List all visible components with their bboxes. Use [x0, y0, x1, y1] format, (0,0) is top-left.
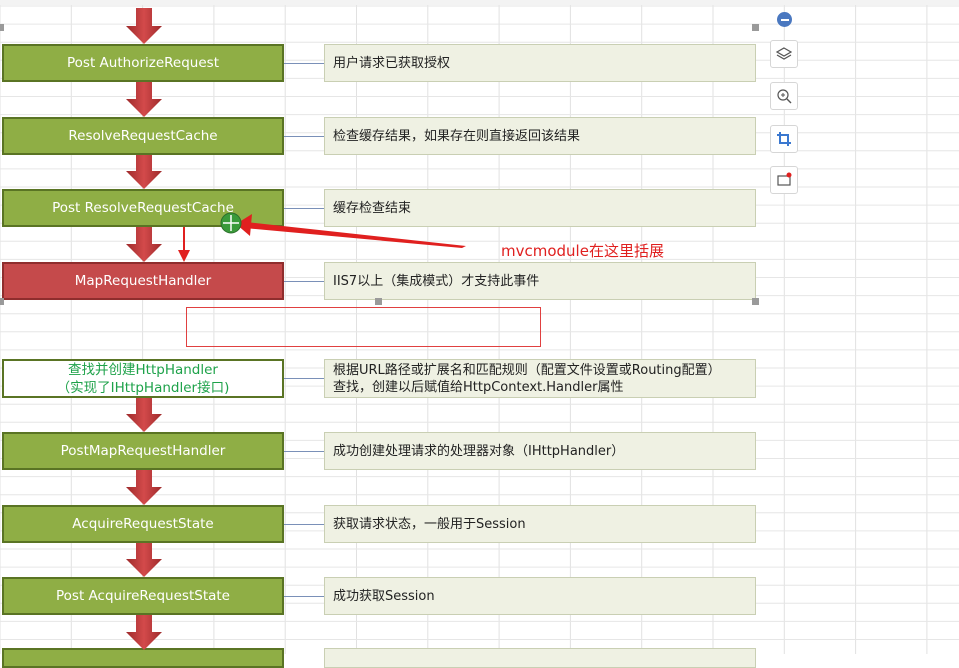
annotation-text: mvcmodule在这里括展 [501, 242, 664, 260]
empty-red-rectangle [186, 307, 541, 347]
column-header-strip [0, 0, 959, 5]
note-map-request-handler: IIS7以上（集成模式）才支持此事件 [324, 262, 756, 300]
flow-box-create-http-handler[interactable]: 查找并创建HttpHandler （实现了IHttpHandler接口) [2, 359, 284, 398]
note-partial [324, 648, 756, 668]
selection-handle[interactable] [752, 298, 759, 305]
flow-box-post-map-request-handler[interactable]: PostMapRequestHandler [2, 432, 284, 470]
flow-box-line: （实现了IHttpHandler接口) [56, 379, 230, 396]
note-post-acquire-request-state: 成功获取Session [324, 577, 756, 615]
note-post-authorize-request: 用户请求已获取授权 [324, 44, 756, 82]
flow-box-line: 查找并创建HttpHandler [68, 361, 218, 378]
note-text: 用户请求已获取授权 [333, 55, 451, 71]
note-text: 成功获取Session [333, 588, 435, 604]
connector-line [284, 451, 324, 452]
note-text: 成功创建处理请求的处理器对象（IHttpHandler） [333, 443, 625, 459]
note-text: 查找，创建以后赋值给HttpContext.Handler属性 [333, 379, 624, 395]
note-acquire-request-state: 获取请求状态，一般用于Session [324, 505, 756, 543]
note-text: IIS7以上（集成模式）才支持此事件 [333, 273, 540, 289]
note-text: 根据URL路径或扩展名和匹配规则（配置文件设置或Routing配置） [333, 362, 721, 378]
note-text: 检查缓存结果，如果存在则直接返回该结果 [333, 128, 581, 144]
flow-box-post-acquire-request-state[interactable]: Post AcquireRequestState [2, 577, 284, 615]
selection-handle[interactable] [375, 298, 382, 305]
selection-handle[interactable] [752, 24, 759, 31]
flow-box-resolve-request-cache[interactable]: ResolveRequestCache [2, 117, 284, 155]
connector-line [284, 208, 324, 209]
collapse-icon[interactable] [777, 12, 792, 27]
note-post-map-request-handler: 成功创建处理请求的处理器对象（IHttpHandler） [324, 432, 756, 470]
layers-icon[interactable] [770, 40, 798, 68]
connector-line [284, 136, 324, 137]
connector-line [284, 63, 324, 64]
selection-handle[interactable] [0, 24, 4, 31]
flow-box-post-authorize-request[interactable]: Post AuthorizeRequest [2, 44, 284, 82]
note-text: 缓存检查结束 [333, 200, 412, 216]
note-text: 获取请求状态，一般用于Session [333, 516, 526, 532]
selection-handle[interactable] [0, 298, 4, 305]
flow-box-map-request-handler[interactable]: MapRequestHandler [2, 262, 284, 300]
flow-box-post-resolve-request-cache[interactable]: Post ResolveRequestCache [2, 189, 284, 227]
flow-box-acquire-request-state[interactable]: AcquireRequestState [2, 505, 284, 543]
connector-line [284, 378, 324, 379]
zoom-in-icon[interactable] [770, 82, 798, 110]
connector-line [284, 281, 324, 282]
note-post-resolve-request-cache: 缓存检查结束 [324, 189, 756, 227]
flow-box-partial[interactable] [2, 648, 284, 668]
connector-line [284, 524, 324, 525]
connector-line [284, 596, 324, 597]
note-resolve-request-cache: 检查缓存结果，如果存在则直接返回该结果 [324, 117, 756, 155]
crop-icon[interactable] [770, 125, 798, 153]
note-create-http-handler: 根据URL路径或扩展名和匹配规则（配置文件设置或Routing配置） 查找，创建… [324, 359, 756, 398]
record-icon[interactable] [770, 166, 798, 194]
